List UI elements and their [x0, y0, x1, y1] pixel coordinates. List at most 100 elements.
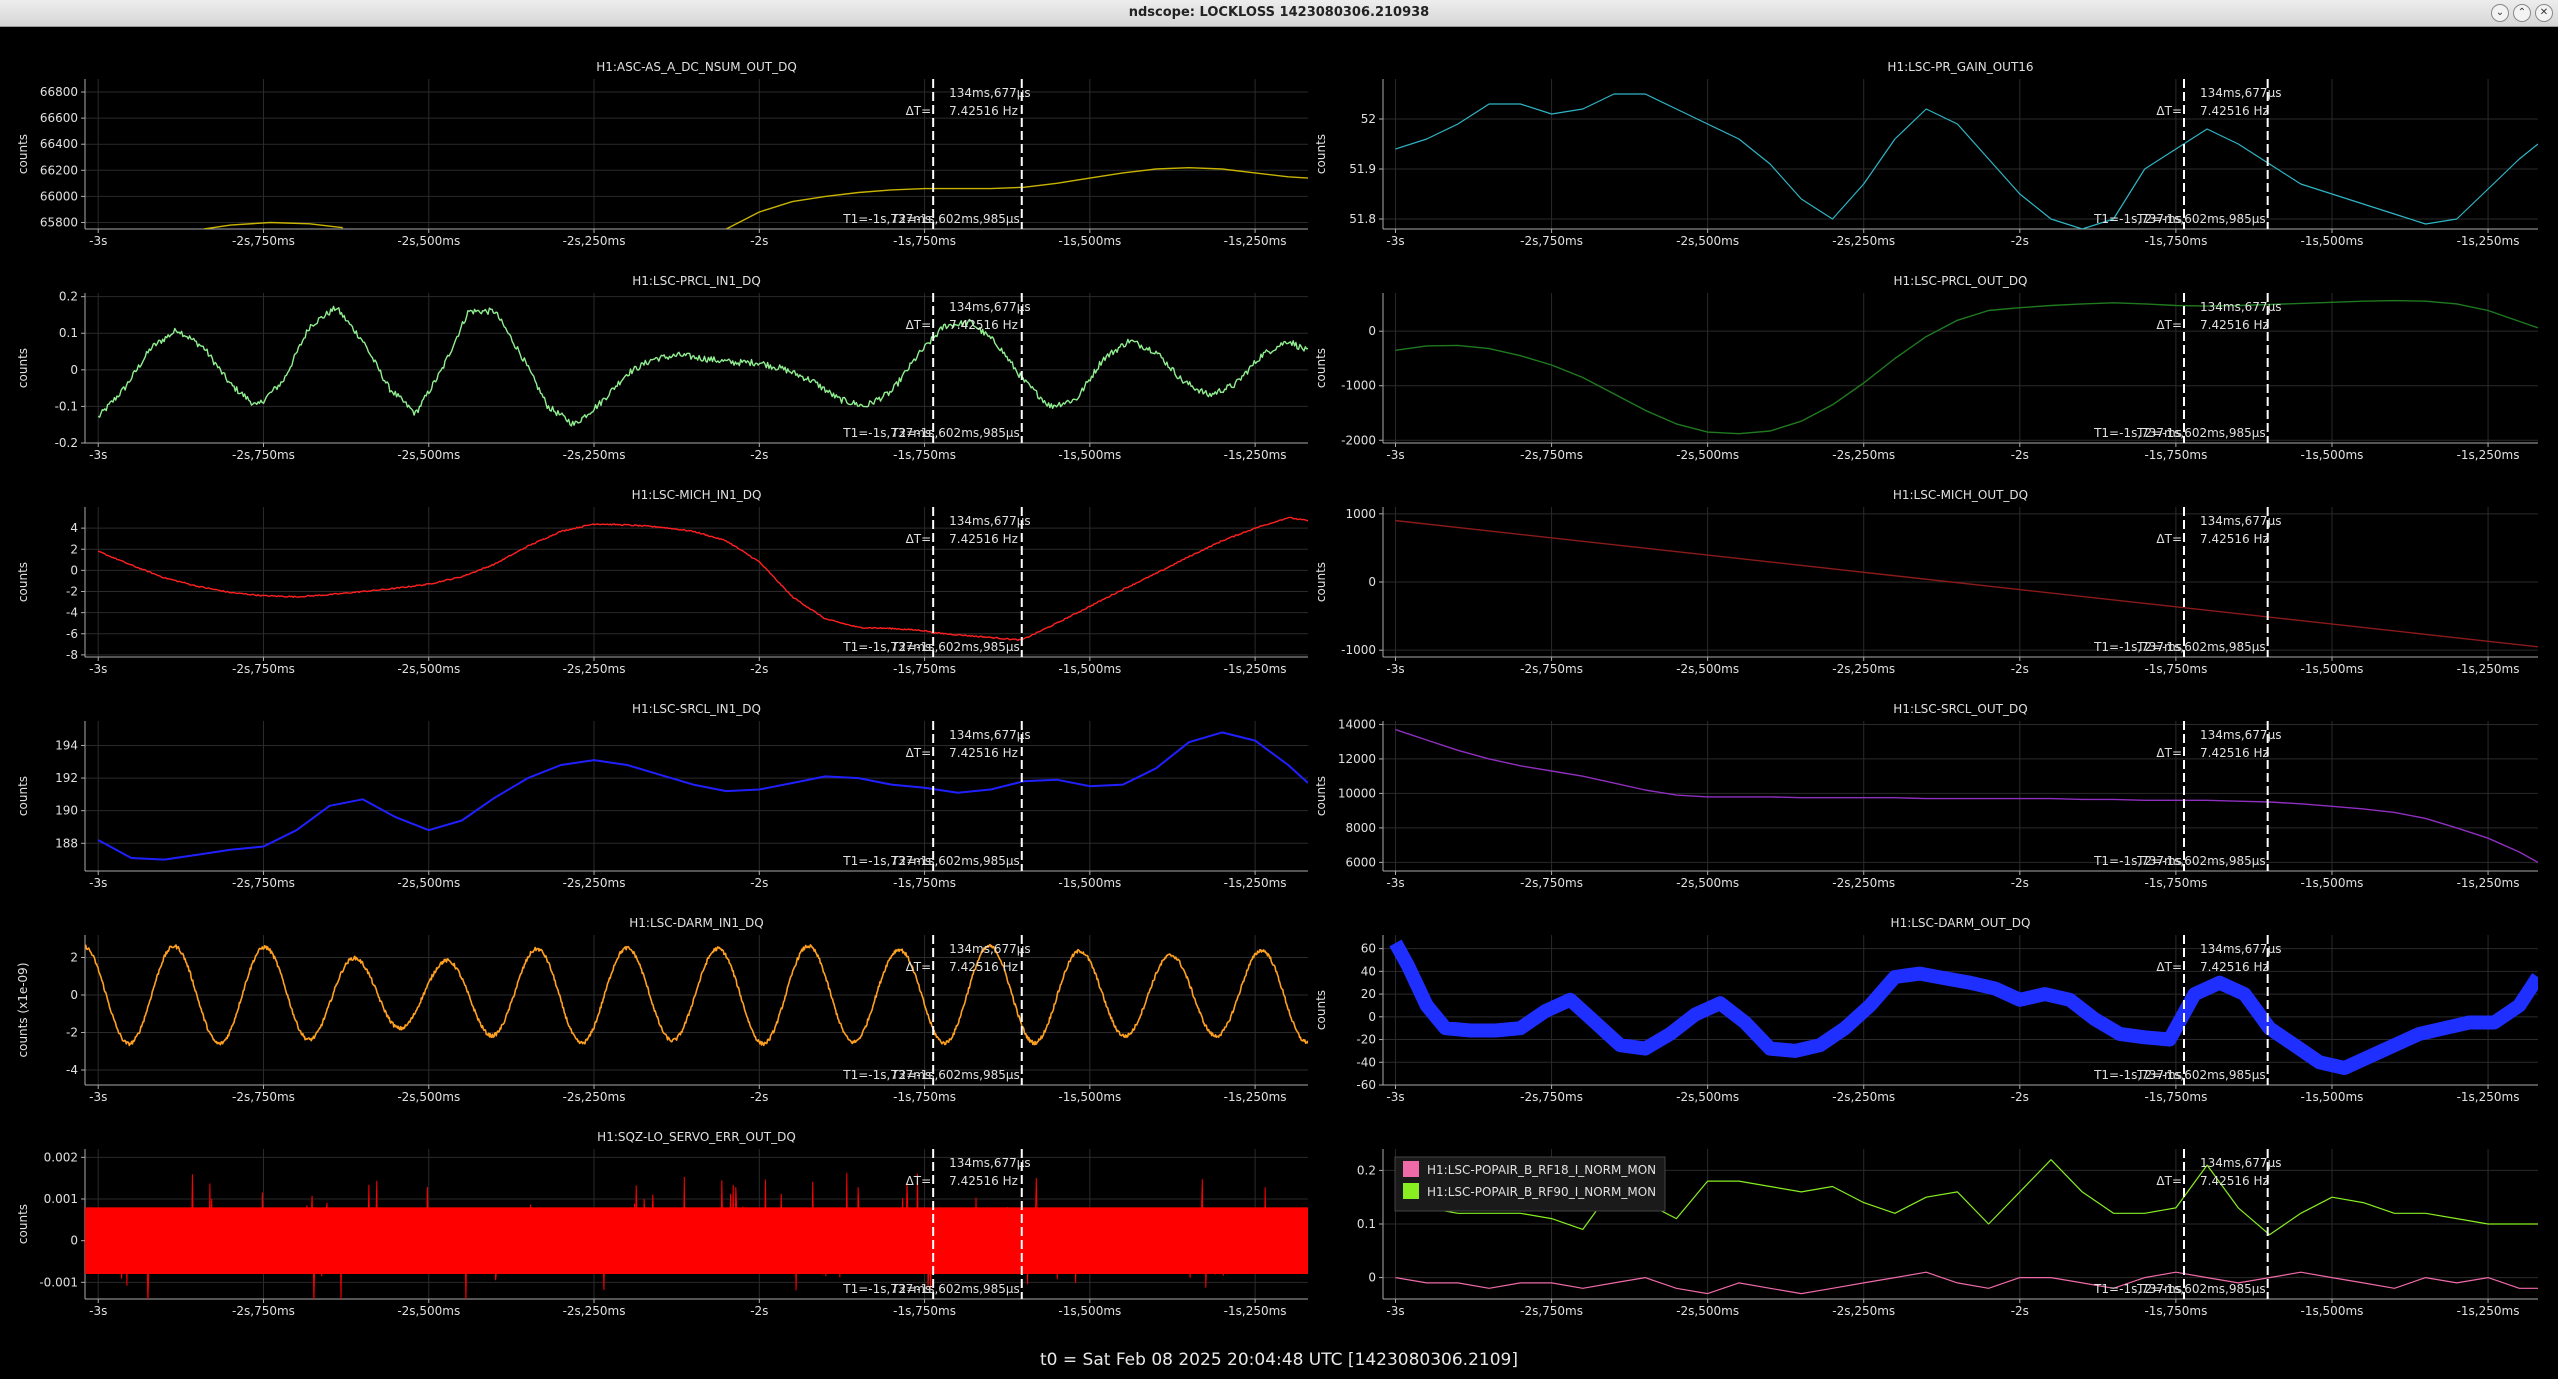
chart-panel-12[interactable]: -3s -2s,750ms -2s,500ms -2s,250ms -2s -1s,750… — [1357, 1149, 2538, 1318]
cursor-delta-label: ΔT= — [2156, 104, 2182, 118]
x-tick-label: -2s,500ms — [397, 876, 460, 890]
x-tick-label: -1s,750ms — [893, 662, 956, 676]
x-tick-label: -2s,750ms — [232, 448, 295, 462]
cursor-t2-label: T2=-1s,602ms,985µs — [2136, 1282, 2266, 1296]
x-tick-label: -2s,250ms — [1832, 1090, 1895, 1104]
series-line — [97, 516, 1308, 642]
y-tick-label: 188 — [55, 836, 78, 850]
x-tick-label: -2s,500ms — [397, 1090, 460, 1104]
y-tick-label: -4 — [66, 606, 78, 620]
x-tick-label: -2s — [750, 448, 768, 462]
x-tick-label: -2s,250ms — [563, 448, 626, 462]
y-tick-label: 66800 — [40, 85, 78, 99]
y-tick-label: -20 — [1356, 1033, 1376, 1047]
maximize-button[interactable]: ⌃ — [2513, 4, 2531, 22]
close-button[interactable]: ✕ — [2535, 4, 2553, 22]
cursor-frequency: 7.42516 Hz — [949, 104, 1018, 118]
series-line — [203, 167, 1308, 229]
y-axis-label: counts — [1314, 134, 1328, 174]
y-tick-label: 20 — [1361, 987, 1376, 1001]
window-title: ndscope: LOCKLOSS 1423080306.210938 — [1128, 5, 1430, 20]
x-tick-label: -1s,750ms — [2144, 1090, 2207, 1104]
chart-panel-2[interactable]: H1:LSC-PR_GAIN_OUT16 -3s -2s,750ms -2s,500m… — [1314, 60, 2538, 248]
chart-panel-7[interactable]: H1:LSC-SRCL_IN1_DQ -3s -2s,750ms -2s,500ms -… — [16, 702, 1308, 890]
chart-panel-9[interactable]: H1:LSC-DARM_IN1_DQ -3s -2s,750ms -2s,500ms -… — [16, 916, 1308, 1104]
x-tick-label: -3s — [89, 1304, 107, 1318]
y-axis-label: counts — [16, 1204, 30, 1244]
cursor-frequency: 7.42516 Hz — [2200, 532, 2269, 546]
cursor-delta-value: 134ms,677µs — [2200, 942, 2281, 956]
y-tick-label: 6000 — [1345, 855, 1376, 869]
series-group — [203, 167, 1308, 229]
x-tick-label: -2s — [2011, 448, 2029, 462]
chart-panel-10[interactable]: H1:LSC-DARM_OUT_DQ -3s -2s,750ms -2s,500ms -… — [1314, 916, 2538, 1104]
x-tick-label: -2s,250ms — [563, 662, 626, 676]
x-tick-label: -1s,500ms — [1058, 876, 1121, 890]
x-tick-label: -1s,250ms — [1224, 1090, 1287, 1104]
y-tick-label: 66200 — [40, 163, 78, 177]
cursor-t2-label: T2=-1s,602ms,985µs — [890, 640, 1020, 654]
x-tick-label: -2s,500ms — [1676, 662, 1739, 676]
y-tick-label: 0.002 — [44, 1150, 78, 1164]
plot-grid[interactable]: H1:ASC-AS_A_DC_NSUM_OUT_DQ -3s -2s,750ms -2… — [0, 27, 2558, 1347]
y-tick-label: -2 — [66, 585, 78, 599]
y-tick-label: 0 — [70, 563, 78, 577]
window-titlebar: ndscope: LOCKLOSS 1423080306.210938 ⌄ ⌃ … — [0, 0, 2558, 27]
y-tick-label: -2000 — [1341, 433, 1376, 447]
cursor-t2-label: T2=-1s,602ms,985µs — [890, 426, 1020, 440]
chart-panel-11[interactable]: H1:SQZ-LO_SERVO_ERR_OUT_DQ -3s -2s,750ms -2… — [16, 1130, 1308, 1318]
chart-title: H1:LSC-PRCL_OUT_DQ — [1894, 274, 2028, 288]
x-tick-label: -2s,250ms — [1832, 662, 1895, 676]
x-tick-label: -1s,250ms — [2457, 1304, 2520, 1318]
x-tick-label: -3s — [89, 234, 107, 248]
series-group — [97, 516, 1308, 642]
cursor-t2-label: T2=-1s,602ms,985µs — [2136, 212, 2266, 226]
x-tick-label: -3s — [1386, 1090, 1404, 1104]
x-tick-label: -2s — [750, 1304, 768, 1318]
x-tick-label: -1s,250ms — [2457, 876, 2520, 890]
chart-panel-8[interactable]: H1:LSC-SRCL_OUT_DQ -3s -2s,750ms -2s,500ms -… — [1314, 702, 2538, 890]
x-tick-label: -1s,750ms — [893, 876, 956, 890]
y-tick-label: -2 — [66, 1026, 78, 1040]
cursor-frequency: 7.42516 Hz — [949, 532, 1018, 546]
cursor-delta-label: ΔT= — [2156, 1174, 2182, 1188]
chart-title: H1:LSC-PRCL_IN1_DQ — [632, 274, 761, 288]
x-tick-label: -2s — [750, 1090, 768, 1104]
y-tick-label: 65800 — [40, 215, 78, 229]
x-tick-label: -2s,500ms — [1676, 1090, 1739, 1104]
y-tick-label: 0 — [70, 363, 78, 377]
legend-swatch — [1403, 1183, 1419, 1199]
y-tick-label: -4 — [66, 1063, 78, 1077]
cursor-t2-label: T2=-1s,602ms,985µs — [2136, 640, 2266, 654]
chart-panel-6[interactable]: H1:LSC-MICH_OUT_DQ -3s -2s,750ms -2s,500ms -… — [1314, 488, 2538, 676]
x-tick-label: -1s,250ms — [2457, 1090, 2520, 1104]
chart-panel-4[interactable]: H1:LSC-PRCL_OUT_DQ -3s -2s,750ms -2s,500ms -… — [1314, 274, 2538, 462]
chart-title: H1:ASC-AS_A_DC_NSUM_OUT_DQ — [596, 60, 797, 74]
y-tick-label: 192 — [55, 771, 78, 785]
x-tick-label: -1s,500ms — [2301, 876, 2364, 890]
legend-label: H1:LSC-POPAIR_B_RF18_I_NORM_MON — [1427, 1163, 1656, 1177]
cursor-t2-label: T2=-1s,602ms,985µs — [890, 212, 1020, 226]
cursor-delta-label: ΔT= — [906, 1174, 932, 1188]
x-tick-label: -2s,250ms — [1832, 1304, 1895, 1318]
x-tick-label: -2s — [2011, 1090, 2029, 1104]
x-tick-label: -2s,750ms — [1520, 448, 1583, 462]
x-tick-label: -1s,750ms — [2144, 1304, 2207, 1318]
x-tick-label: -2s,750ms — [232, 1090, 295, 1104]
x-tick-label: -2s,500ms — [1676, 1304, 1739, 1318]
x-tick-label: -2s,750ms — [232, 876, 295, 890]
series-line — [1395, 93, 2538, 229]
cursor-delta-value: 134ms,677µs — [949, 86, 1030, 100]
x-tick-label: -2s,750ms — [1520, 234, 1583, 248]
minimize-button[interactable]: ⌄ — [2491, 4, 2509, 22]
cursor-t2-label: T2=-1s,602ms,985µs — [2136, 854, 2266, 868]
y-tick-label: 4 — [70, 521, 78, 535]
chart-panel-5[interactable]: H1:LSC-MICH_IN1_DQ -3s -2s,750ms -2s,500ms -… — [16, 488, 1308, 676]
y-tick-label: 40 — [1361, 964, 1376, 978]
chart-panel-1[interactable]: H1:ASC-AS_A_DC_NSUM_OUT_DQ -3s -2s,750ms -2… — [16, 60, 1308, 248]
x-tick-label: -1s,500ms — [2301, 662, 2364, 676]
chart-panel-3[interactable]: H1:LSC-PRCL_IN1_DQ -3s -2s,750ms -2s,500ms -… — [16, 274, 1308, 462]
cursor-t2-label: T2=-1s,602ms,985µs — [2136, 1068, 2266, 1082]
x-tick-label: -1s,500ms — [2301, 1090, 2364, 1104]
cursor-delta-value: 134ms,677µs — [949, 1156, 1030, 1170]
